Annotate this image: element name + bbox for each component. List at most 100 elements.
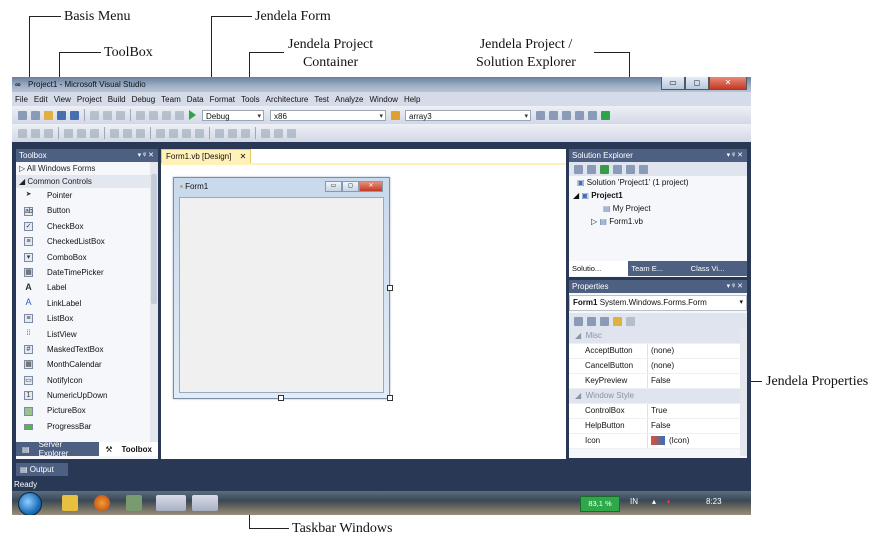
volume-icon[interactable]: ◖ — [666, 497, 671, 506]
property-row[interactable]: ControlBox True — [569, 404, 747, 419]
toolbox-item-checkbox[interactable]: ✓ CheckBox — [16, 219, 158, 234]
toolbox-group-all[interactable]: ▷ All Windows Forms — [16, 162, 158, 175]
solution-explorer-icon[interactable] — [549, 110, 558, 120]
category-window-style[interactable]: ◢ Window Style — [569, 389, 747, 404]
toolbox-item-pointer[interactable]: ➤ Pointer — [16, 188, 158, 203]
toolbox-item-monthcalendar[interactable]: ▦ MonthCalendar — [16, 357, 158, 372]
make-same-width-icon[interactable] — [110, 128, 119, 138]
redo-icon[interactable] — [149, 110, 158, 120]
pane-controls[interactable]: ▾ ᵠ ✕ — [727, 280, 743, 293]
make-same-height-icon[interactable] — [123, 128, 132, 138]
menu-window[interactable]: Window — [367, 95, 401, 104]
menu-view[interactable]: View — [51, 95, 74, 104]
toolbox-item-button[interactable]: ab Button — [16, 203, 158, 218]
copy-icon[interactable] — [103, 110, 112, 120]
menu-tools[interactable]: Tools — [238, 95, 263, 104]
property-value[interactable]: (none) — [647, 344, 747, 358]
properties-icon[interactable] — [574, 164, 583, 174]
class-diagram-icon[interactable] — [639, 164, 648, 174]
bring-to-front-icon[interactable] — [261, 128, 270, 138]
menu-analyze[interactable]: Analyze — [332, 95, 366, 104]
align-lefts-icon[interactable] — [18, 128, 27, 138]
decrease-spacing-icon[interactable] — [182, 128, 191, 138]
toolbox-group-common[interactable]: ◢ Common Controls — [16, 175, 158, 188]
toolbox-item-notifyicon[interactable]: ▭ NotifyIcon — [16, 373, 158, 388]
toolbox-scrollbar[interactable] — [150, 162, 158, 454]
vertical-spacing-icon[interactable] — [215, 128, 224, 138]
menu-edit[interactable]: Edit — [31, 95, 51, 104]
toolbox-item-combobox[interactable]: ▾ ComboBox — [16, 250, 158, 265]
events-icon[interactable] — [613, 316, 622, 326]
send-to-back-icon[interactable] — [274, 128, 283, 138]
toolbox-item-checkedlistbox[interactable]: ≡ CheckedListBox — [16, 234, 158, 249]
navigate-back-icon[interactable] — [162, 110, 171, 120]
expand-icon[interactable]: ◢ — [573, 191, 579, 200]
undo-icon[interactable] — [136, 110, 145, 120]
object-browser-icon[interactable] — [575, 110, 584, 120]
menu-architecture[interactable]: Architecture — [263, 95, 312, 104]
battery-indicator[interactable]: 83,1 % — [580, 496, 620, 512]
menu-team[interactable]: Team — [158, 95, 184, 104]
resize-handle-corner[interactable] — [387, 395, 393, 401]
menu-file[interactable]: File — [12, 95, 31, 104]
property-value[interactable]: False — [647, 374, 747, 388]
firefox-taskbar-icon[interactable] — [94, 495, 110, 511]
object-selector[interactable]: Form1 System.Windows.Forms.Form — [569, 295, 747, 311]
close-button[interactable]: ✕ — [709, 77, 747, 90]
collapse-icon[interactable]: ▷ — [591, 217, 597, 226]
toolbox-item-numericupdown[interactable]: 1 NumericUpDown — [16, 388, 158, 403]
add-item-icon[interactable] — [31, 110, 40, 120]
menu-help[interactable]: Help — [401, 95, 423, 104]
property-row[interactable]: KeyPreview False — [569, 374, 747, 389]
language-indicator[interactable]: IN — [630, 497, 638, 506]
solution-configuration-select[interactable]: Debug — [202, 109, 264, 122]
visual-studio-taskbar-icon[interactable] — [156, 495, 186, 511]
toolbox-item-listview[interactable]: ⁞⁞ ListView — [16, 327, 158, 342]
tree-node-my-project[interactable]: ▤ My Project — [569, 202, 747, 215]
save-all-icon[interactable] — [70, 110, 79, 120]
properties-view-icon[interactable] — [600, 316, 609, 326]
category-misc[interactable]: ◢ Misc — [569, 329, 747, 344]
pane-controls[interactable]: ▾ ᵠ ✕ — [138, 149, 154, 162]
tab-toolbox[interactable]: ⚒ Toolbox — [99, 442, 158, 456]
tab-solution-explorer[interactable]: Solutio... — [569, 261, 629, 276]
align-centers-icon[interactable] — [31, 128, 40, 138]
save-icon[interactable] — [57, 110, 66, 120]
form1-window[interactable]: ▪ Form1 ▭ ◻ ✕ — [173, 177, 390, 399]
menu-data[interactable]: Data — [184, 95, 207, 104]
menu-format[interactable]: Format — [207, 95, 238, 104]
tree-node-solution[interactable]: ▣ Solution 'Project1' (1 project) — [569, 176, 747, 189]
align-rights-icon[interactable] — [44, 128, 53, 138]
tree-node-form1[interactable]: ▷ ▤ Form1.vb — [569, 215, 747, 228]
resize-handle-right[interactable] — [387, 285, 393, 291]
property-pages-icon[interactable] — [626, 316, 635, 326]
properties-window-icon[interactable] — [562, 110, 571, 120]
toolbox-item-progressbar[interactable]: ProgressBar — [16, 419, 158, 434]
make-same-size-icon[interactable] — [136, 128, 145, 138]
property-row[interactable]: AcceptButton (none) — [569, 344, 747, 359]
output-tab[interactable]: ▤ Output — [16, 463, 68, 476]
property-row[interactable]: CancelButton (none) — [569, 359, 747, 374]
tab-server-explorer[interactable]: ▤ Server Explorer — [16, 440, 100, 458]
alphabetical-icon[interactable] — [587, 316, 596, 326]
menu-debug[interactable]: Debug — [129, 95, 159, 104]
center-horizontally-icon[interactable] — [228, 128, 237, 138]
extension-manager-icon[interactable] — [601, 110, 610, 120]
start-debugging-icon[interactable] — [189, 110, 196, 120]
align-bottoms-icon[interactable] — [90, 128, 99, 138]
solution-platform-select[interactable]: x86 — [270, 109, 386, 122]
view-designer-icon[interactable] — [626, 164, 635, 174]
toolbox-item-label[interactable]: A Label — [16, 280, 158, 295]
folder-taskbar-icon[interactable] — [126, 495, 142, 511]
align-tops-icon[interactable] — [64, 128, 73, 138]
cut-icon[interactable] — [90, 110, 99, 120]
start-button[interactable] — [18, 492, 42, 515]
toolbox-item-picturebox[interactable]: PictureBox — [16, 403, 158, 418]
form-client-area[interactable] — [179, 197, 384, 393]
categorized-icon[interactable] — [574, 316, 583, 326]
maximize-button[interactable]: ◻ — [685, 77, 709, 90]
property-row[interactable]: Icon (Icon) — [569, 434, 747, 449]
tray-arrow-icon[interactable]: ▴ — [652, 497, 656, 506]
tab-close-icon[interactable]: ✕ — [240, 152, 247, 161]
resize-handle-bottom[interactable] — [278, 395, 284, 401]
